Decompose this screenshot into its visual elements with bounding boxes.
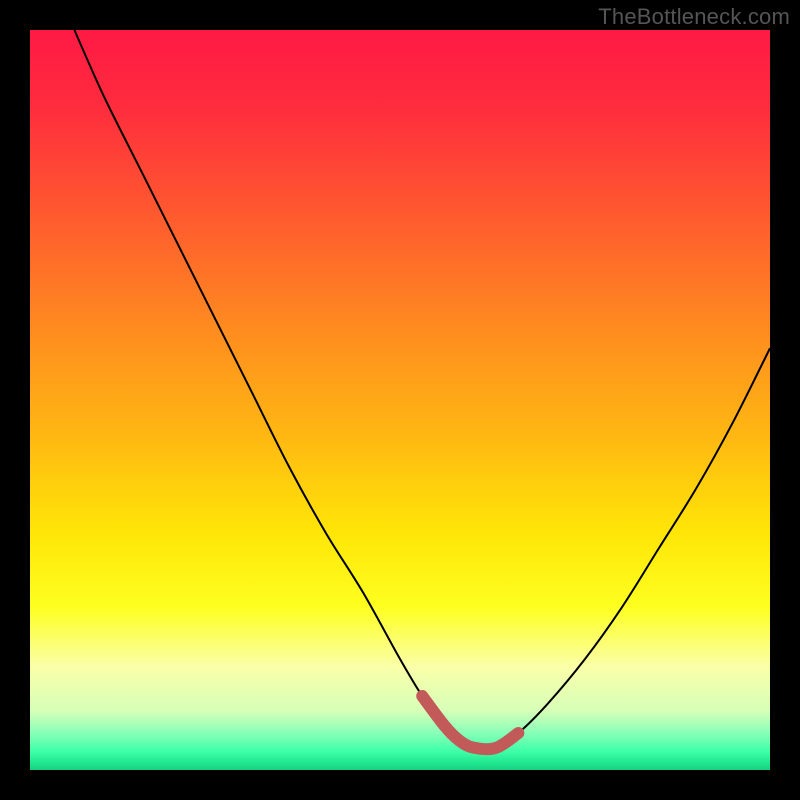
watermark-text: TheBottleneck.com [598, 4, 790, 30]
curve-svg [30, 30, 770, 770]
bottleneck-curve [74, 30, 770, 749]
optimal-range-highlight [422, 696, 518, 749]
plot-area [30, 30, 770, 770]
chart-container: TheBottleneck.com [0, 0, 800, 800]
